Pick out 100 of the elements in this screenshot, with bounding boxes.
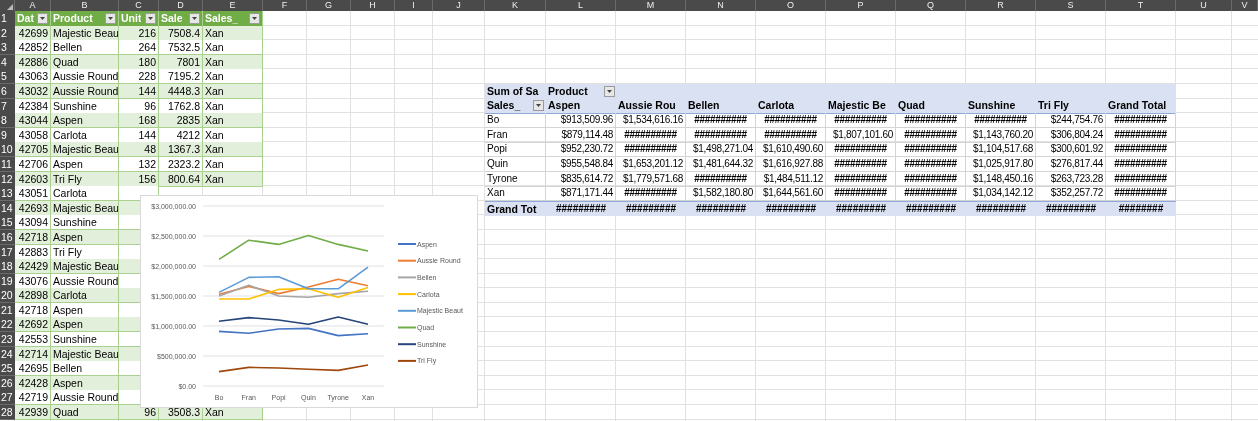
pivot-cell: ########## xyxy=(686,127,756,143)
column-label: Quad xyxy=(898,98,925,113)
row-number[interactable]: 23 xyxy=(0,332,15,348)
row-number[interactable]: 5 xyxy=(0,69,15,85)
column-label: Tri Fly xyxy=(1038,98,1069,113)
table-cell: 42939 xyxy=(15,405,51,421)
pivot-cell: $300,601.92 xyxy=(1036,142,1106,158)
table-cell: Xan xyxy=(203,40,263,56)
table-cell: 48 xyxy=(119,142,159,158)
row-number[interactable]: 10 xyxy=(0,142,15,158)
pivot-cell: $913,509.96 xyxy=(546,113,616,129)
row-number[interactable]: 3 xyxy=(0,40,15,56)
table-cell: Sunshine xyxy=(51,215,119,231)
column-header: Product xyxy=(53,11,93,26)
table-cell: 1367.3 xyxy=(159,142,203,158)
column-label: Majestic Be xyxy=(828,98,886,113)
row-number[interactable]: 28 xyxy=(0,405,15,421)
row-number[interactable]: 27 xyxy=(0,390,15,406)
column-label: Grand Total xyxy=(1108,98,1167,113)
table-cell: 2835 xyxy=(159,113,203,129)
table-cell: 168 xyxy=(119,113,159,129)
column-header: Sales_ xyxy=(205,11,239,26)
column-label: Carlota xyxy=(758,98,795,113)
pivot-cell: ########## xyxy=(1106,156,1176,172)
table-cell: Aussie Round xyxy=(51,390,119,406)
column-label: Aussie Rou xyxy=(618,98,676,113)
pivot-cell: ########## xyxy=(1106,113,1176,129)
pivot-cell: $952,230.72 xyxy=(546,142,616,158)
row-number[interactable]: 22 xyxy=(0,317,15,333)
table-cell: Carlota xyxy=(51,186,119,202)
pivot-cell: ########## xyxy=(756,113,826,129)
pivot-cell: $1,807,101.60 xyxy=(826,127,896,143)
row-number[interactable]: 8 xyxy=(0,113,15,129)
table-cell: 42852 xyxy=(15,40,51,56)
pivot-cell: $263,723.28 xyxy=(1036,171,1106,187)
pivot-cell: ########## xyxy=(896,142,966,158)
pivot-cell: $1,148,450.16 xyxy=(966,171,1036,187)
row-number[interactable]: 15 xyxy=(0,215,15,231)
table-cell: Xan xyxy=(203,142,263,158)
table-cell: 42719 xyxy=(15,390,51,406)
table-cell: 42553 xyxy=(15,332,51,348)
pivot-cell: ########## xyxy=(896,171,966,187)
table-cell: Aussie Round xyxy=(51,69,119,85)
row-number[interactable]: 1 xyxy=(0,11,15,28)
pivot-cell: $1,616,927.88 xyxy=(756,156,826,172)
field-label: Product xyxy=(548,83,588,99)
row-number[interactable]: 25 xyxy=(0,361,15,377)
table-cell: 42695 xyxy=(15,361,51,377)
pivot-cell: $1,104,517.68 xyxy=(966,142,1036,158)
table-cell: Carlota xyxy=(51,288,119,304)
row-label: Fran xyxy=(485,127,546,143)
table-cell: 43044 xyxy=(15,113,51,129)
table-cell: 42692 xyxy=(15,317,51,333)
pivot-cell: $276,817.44 xyxy=(1036,156,1106,172)
table-cell: 7195.2 xyxy=(159,69,203,85)
pivot-cell: ########## xyxy=(686,171,756,187)
column-letter[interactable]: V xyxy=(1232,0,1258,11)
table-cell: Bellen xyxy=(51,40,119,56)
row-number[interactable]: 13 xyxy=(0,186,15,202)
table-cell: Bellen xyxy=(51,361,119,377)
pivot-cell: ########## xyxy=(826,171,896,187)
row-number[interactable]: 18 xyxy=(0,259,15,275)
pivot-cell: ########## xyxy=(896,156,966,172)
pivot-cell: ########## xyxy=(896,127,966,143)
pivot-cell: ########## xyxy=(686,113,756,129)
row-label: Tyrone xyxy=(485,171,546,187)
column-label: Bellen xyxy=(688,98,720,113)
pivot-cell: $1,025,917.80 xyxy=(966,156,1036,172)
pivot-cell: ########## xyxy=(896,113,966,129)
table-cell: Aspen xyxy=(51,317,119,333)
column-header: Unit xyxy=(121,11,142,26)
column-label: Sunshine xyxy=(968,98,1016,113)
table-cell: 43051 xyxy=(15,186,51,202)
pivot-cell: ########## xyxy=(826,113,896,129)
pivot-cell: $1,481,644.32 xyxy=(686,156,756,172)
field-label: Sum of Sa xyxy=(487,83,539,99)
pivot-cell: $1,484,511.12 xyxy=(756,171,826,187)
table-cell: 42429 xyxy=(15,259,51,275)
pivot-cell: ########## xyxy=(966,113,1036,129)
pivot-cell: $1,653,201.12 xyxy=(616,156,686,172)
pivot-cell: ########## xyxy=(1106,142,1176,158)
row-label: Quin xyxy=(485,156,546,172)
table-cell: 43063 xyxy=(15,69,51,85)
pivot-cell: $306,804.24 xyxy=(1036,127,1106,143)
row-number[interactable]: 20 xyxy=(0,288,15,304)
pivot-cell: $1,143,760.20 xyxy=(966,127,1036,143)
column-header: Sale xyxy=(161,11,183,26)
pivot-cell: $244,754.76 xyxy=(1036,113,1106,129)
table-cell: Xan xyxy=(203,113,263,129)
pivot-cell: ########## xyxy=(826,142,896,158)
pivot-cell: $955,548.84 xyxy=(546,156,616,172)
table-cell: 264 xyxy=(119,40,159,56)
pivot-cell: $1,534,616.16 xyxy=(616,113,686,129)
column-header: Dat xyxy=(17,11,34,26)
pivot-cell: ########## xyxy=(616,142,686,158)
row-label: Popi xyxy=(485,142,546,158)
pivot-cell: ########## xyxy=(826,156,896,172)
pivot-cell: $835,614.72 xyxy=(546,171,616,187)
pivot-cell: $879,114.48 xyxy=(546,127,616,143)
table-cell: 7532.5 xyxy=(159,40,203,56)
